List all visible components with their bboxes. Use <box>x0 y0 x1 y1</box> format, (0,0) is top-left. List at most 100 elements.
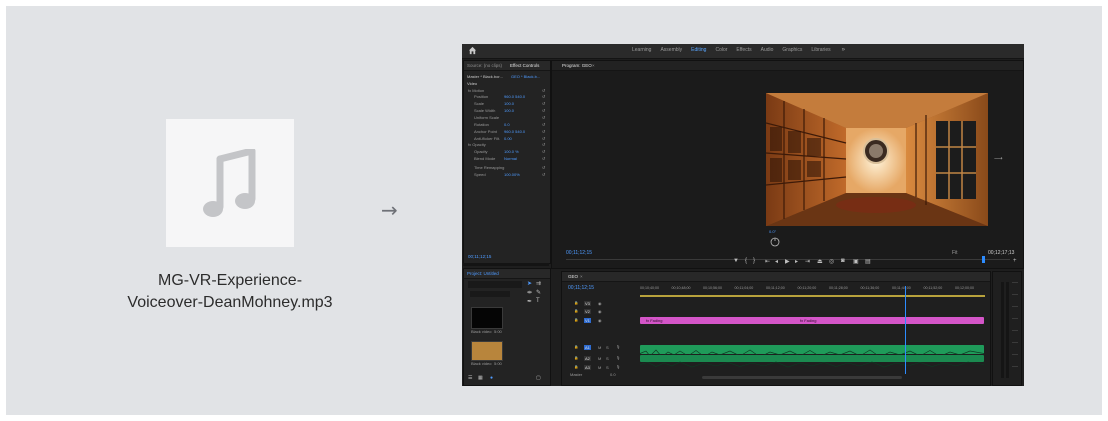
track-header[interactable]: V1 🔒 ◉ <box>566 317 638 324</box>
program-video-frame[interactable] <box>766 93 988 226</box>
track-header[interactable]: A3 🔒 M S 🎙 <box>566 364 638 371</box>
step-forward-button[interactable]: ▸ <box>795 258 798 265</box>
reset-parameter-icon[interactable]: ↺ <box>542 136 545 141</box>
sequence-clip-label[interactable]: GEO * Black.b... <box>511 74 540 79</box>
track-select-tool-icon[interactable]: ⇉ <box>536 280 541 287</box>
voiceover-record-icon[interactable]: 🎙 <box>616 365 620 369</box>
reset-parameter-icon[interactable]: ↺ <box>542 115 545 120</box>
program-tab-close[interactable]: × <box>592 63 595 68</box>
workspace-tab-graphics[interactable]: Graphics <box>782 47 802 53</box>
reset-parameter-icon[interactable]: ↺ <box>542 108 545 113</box>
comparison-view-button[interactable]: ▣ <box>853 258 859 265</box>
audio-clip-a1[interactable] <box>639 345 985 358</box>
new-item-icon[interactable]: ▢ <box>536 375 541 381</box>
reset-parameter-icon[interactable]: ↺ <box>542 101 545 106</box>
go-to-out-button[interactable]: ⇥ <box>805 258 810 265</box>
voiceover-record-icon[interactable]: 🎙 <box>616 345 620 349</box>
workspace-tab-effects[interactable]: Effects <box>736 47 751 53</box>
lock-icon[interactable]: 🔒 <box>574 365 578 369</box>
reset-parameter-icon[interactable]: ↺ <box>542 142 545 147</box>
mute-track-button[interactable]: M <box>598 356 601 361</box>
track-label[interactable]: A1 <box>584 345 591 350</box>
lock-icon[interactable]: 🔒 <box>574 345 578 349</box>
icon-view-icon[interactable]: ▦ <box>478 375 483 381</box>
workspace-tab-assembly[interactable]: Assembly <box>660 47 682 53</box>
timeline-playhead[interactable] <box>905 286 906 374</box>
lock-icon[interactable]: 🔒 <box>574 309 578 313</box>
tab-program[interactable]: Program: GEO <box>562 63 592 68</box>
export-frame-button[interactable]: ◙ <box>841 258 845 264</box>
add-marker-button[interactable]: ▼ <box>733 258 739 264</box>
lock-icon[interactable]: 🔒 <box>574 356 578 360</box>
track-label[interactable]: V2 <box>584 309 591 314</box>
tab-project[interactable]: Project: Untitled <box>467 271 499 276</box>
add-button[interactable]: + <box>1013 258 1017 264</box>
track-header[interactable]: V2 🔒 ◉ <box>566 308 638 315</box>
master-track-value[interactable]: 0.0 <box>610 372 616 377</box>
workspace-tab-libraries[interactable]: Libraries <box>811 47 830 53</box>
track-label[interactable]: V3 <box>584 301 591 306</box>
reset-parameter-icon[interactable]: ↺ <box>542 88 545 93</box>
project-search-field[interactable] <box>468 281 522 288</box>
workspace-tab-color[interactable]: Color <box>715 47 727 53</box>
reset-parameter-icon[interactable]: ↺ <box>542 129 545 134</box>
ripple-edit-tool-icon[interactable]: ⇹ <box>527 289 532 296</box>
mute-track-button[interactable]: M <box>598 345 601 350</box>
track-header[interactable]: V3 🔒 ◉ <box>566 300 638 307</box>
zoom-slider[interactable]: ● <box>490 375 493 381</box>
mark-out-button[interactable]: } <box>753 258 755 264</box>
clip-thumbnail-black[interactable] <box>471 307 503 329</box>
lock-icon[interactable]: 🔒 <box>574 318 578 322</box>
button-editor-button[interactable]: ▤ <box>865 258 871 265</box>
track-label[interactable]: A3 <box>584 365 591 370</box>
vr-side-arrow-icon[interactable]: ⟶ <box>994 155 1003 162</box>
track-header[interactable]: A1 🔒 M S 🎙 <box>566 344 638 351</box>
effect-row-value[interactable]: 960.0 540.0 <box>504 129 525 134</box>
lift-button[interactable]: ⏏ <box>817 258 823 265</box>
effect-row-value[interactable]: 100.0 <box>504 101 514 106</box>
effect-row-value[interactable]: 0.0 <box>504 122 510 127</box>
effect-row-value[interactable]: 960.0 540.0 <box>504 94 525 99</box>
list-view-icon[interactable]: ☰ <box>468 375 472 381</box>
home-icon[interactable] <box>468 46 477 55</box>
timeline-timecode[interactable]: 00;11;12;15 <box>568 285 594 291</box>
reset-parameter-icon[interactable]: ↺ <box>542 172 545 177</box>
project-filter-field[interactable] <box>470 291 510 297</box>
type-tool-icon[interactable]: T <box>536 298 540 304</box>
go-to-in-button[interactable]: ⇤ <box>765 258 770 265</box>
reset-parameter-icon[interactable]: ↺ <box>542 149 545 154</box>
mark-in-button[interactable]: { <box>745 258 747 264</box>
razor-tool-icon[interactable]: ✎ <box>536 289 541 296</box>
track-label[interactable]: V1 <box>584 318 591 323</box>
vr-rotate-dial-icon[interactable] <box>770 237 780 247</box>
step-back-button[interactable]: ◂ <box>775 258 778 265</box>
reset-parameter-icon[interactable]: ↺ <box>542 165 545 170</box>
toggle-output-icon[interactable]: ◉ <box>598 301 602 306</box>
master-clip-label[interactable]: Master * Black.bor... <box>467 74 503 79</box>
effect-row-value[interactable]: 100.0 <box>504 108 514 113</box>
track-label[interactable]: A2 <box>584 356 591 361</box>
timeline-ruler[interactable]: 00;10;40;00 00;10;48;00 00;10;56;00 00;11;0… <box>640 286 985 294</box>
mute-track-button[interactable]: M <box>598 365 601 370</box>
tab-sequence[interactable]: GEO <box>568 274 578 279</box>
voiceover-record-icon[interactable]: 🎙 <box>616 356 620 360</box>
effect-row-value[interactable]: 0.00 <box>504 136 512 141</box>
solo-track-button[interactable]: S <box>606 356 609 361</box>
track-header[interactable]: A2 🔒 M S 🎙 <box>566 355 638 362</box>
clip-thumbnail-library[interactable] <box>471 341 503 361</box>
tab-source[interactable]: Source: (no clips) <box>467 63 502 68</box>
lock-icon[interactable]: 🔒 <box>574 301 578 305</box>
play-button[interactable]: ▶ <box>785 258 790 265</box>
reset-parameter-icon[interactable]: ↺ <box>542 122 545 127</box>
toggle-output-icon[interactable]: ◉ <box>598 318 602 323</box>
work-area-bar[interactable] <box>640 295 985 297</box>
audio-clip-a2[interactable] <box>639 355 985 368</box>
solo-track-button[interactable]: S <box>606 345 609 350</box>
effect-row-value[interactable]: 100.0 % <box>504 149 519 154</box>
effect-row-value[interactable]: Normal <box>504 156 517 161</box>
tab-effect-controls[interactable]: Effect Controls <box>510 63 539 68</box>
reset-parameter-icon[interactable]: ↺ <box>542 94 545 99</box>
sequence-tab-close[interactable]: × <box>580 274 583 279</box>
toggle-output-icon[interactable]: ◉ <box>598 309 602 314</box>
reset-parameter-icon[interactable]: ↺ <box>542 156 545 161</box>
